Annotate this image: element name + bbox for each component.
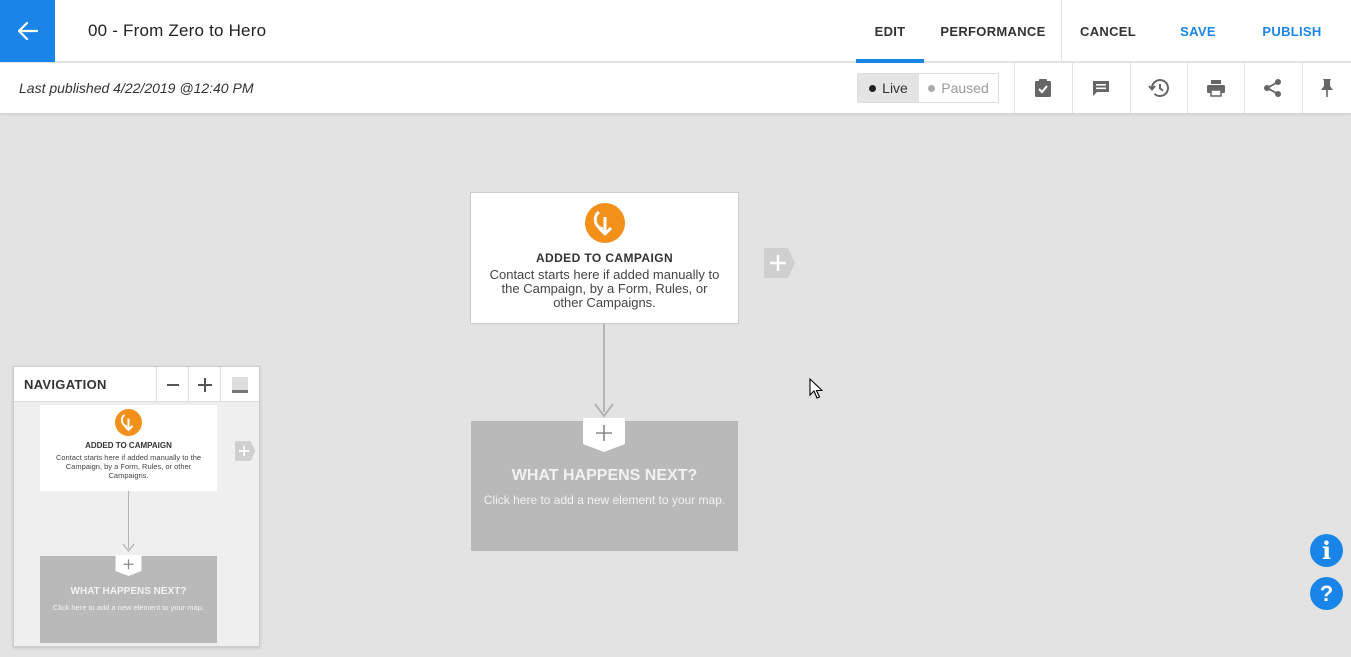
mini-arrow-down-icon xyxy=(122,543,135,553)
status-live-option[interactable]: Live xyxy=(858,74,919,102)
mini-added-to-campaign: ADDED TO CAMPAIGN Contact starts here if… xyxy=(40,405,217,491)
mini-what-happens-next: WHAT HAPPENS NEXT? Click here to add a n… xyxy=(40,555,217,643)
mini-add-branch-icon xyxy=(235,441,256,461)
comments-button[interactable] xyxy=(1072,63,1129,113)
mini-card-title: ADDED TO CAMPAIGN xyxy=(85,441,172,450)
save-button[interactable]: SAVE xyxy=(1176,0,1220,62)
plus-icon xyxy=(197,377,212,392)
arrow-left-icon xyxy=(17,22,38,40)
mini-add-element-icon xyxy=(115,555,142,576)
last-published-text: Last published 4/22/2019 @12:40 PM xyxy=(19,80,254,96)
minimize-icon xyxy=(232,376,248,393)
comment-icon xyxy=(1093,81,1109,96)
minimize-panel-button[interactable] xyxy=(220,367,259,402)
next-card-description: Click here to add a new element to your … xyxy=(483,493,726,507)
navigation-header: NAVIGATION xyxy=(14,367,259,402)
history-icon xyxy=(1148,79,1169,97)
navigation-title: NAVIGATION xyxy=(24,377,107,392)
checklist-button[interactable] xyxy=(1014,63,1071,113)
add-element-icon xyxy=(583,418,625,452)
share-button[interactable] xyxy=(1244,63,1301,113)
status-paused-option[interactable]: Paused xyxy=(919,74,998,102)
status-paused-label: Paused xyxy=(941,80,989,96)
pin-icon xyxy=(1321,79,1333,97)
tab-performance[interactable]: PERFORMANCE xyxy=(938,0,1048,62)
minus-icon xyxy=(166,383,179,386)
cancel-button[interactable]: CANCEL xyxy=(1076,0,1140,62)
status-bar: Last published 4/22/2019 @12:40 PM Live … xyxy=(0,63,1351,114)
card-description: Contact starts here if added manually to… xyxy=(489,267,720,310)
info-button[interactable]: i xyxy=(1310,534,1343,567)
zoom-in-button[interactable] xyxy=(188,367,220,402)
added-to-campaign-card[interactable]: ADDED TO CAMPAIGN Contact starts here if… xyxy=(470,192,739,324)
publish-button[interactable]: PUBLISH xyxy=(1258,0,1326,62)
mini-next-description: Click here to add a new element to your … xyxy=(53,603,204,612)
mini-connector xyxy=(128,491,129,549)
history-button[interactable] xyxy=(1130,63,1187,113)
flow-connector xyxy=(603,324,605,412)
top-bar: 00 - From Zero to Hero EDIT PERFORMANCE … xyxy=(0,0,1351,63)
card-title: ADDED TO CAMPAIGN xyxy=(535,251,674,265)
pin-button[interactable] xyxy=(1302,63,1351,113)
checklist-icon xyxy=(1035,79,1051,97)
print-icon xyxy=(1207,80,1225,97)
navigation-panel: NAVIGATION ADDED TO CAMPAIGN Contact sta… xyxy=(13,366,260,647)
mini-next-title: WHAT HAPPENS NEXT? xyxy=(70,586,187,597)
tab-edit[interactable]: EDIT xyxy=(856,0,924,63)
info-icon: i xyxy=(1321,536,1332,565)
zoom-out-button[interactable] xyxy=(156,367,188,402)
status-live-label: Live xyxy=(882,80,908,96)
add-branch-button[interactable] xyxy=(764,248,796,278)
help-button[interactable]: ? xyxy=(1310,577,1343,610)
next-card-title: WHAT HAPPENS NEXT? xyxy=(511,467,698,484)
mini-card-description: Contact starts here if added manually to… xyxy=(55,453,202,480)
question-icon: ? xyxy=(1319,580,1334,606)
paused-dot-icon xyxy=(928,84,936,92)
divider xyxy=(1061,0,1062,62)
mini-campaign-entry-icon xyxy=(115,409,142,436)
campaign-title: 00 - From Zero to Hero xyxy=(88,21,267,40)
mouse-cursor-icon xyxy=(809,378,823,399)
back-button[interactable] xyxy=(0,0,55,62)
campaign-entry-icon xyxy=(585,203,625,243)
live-dot-icon xyxy=(869,84,877,92)
status-toggle: Live Paused xyxy=(857,73,999,103)
print-button[interactable] xyxy=(1187,63,1244,113)
share-icon xyxy=(1264,79,1281,97)
what-happens-next-card[interactable]: WHAT HAPPENS NEXT? Click here to add a n… xyxy=(471,418,738,551)
